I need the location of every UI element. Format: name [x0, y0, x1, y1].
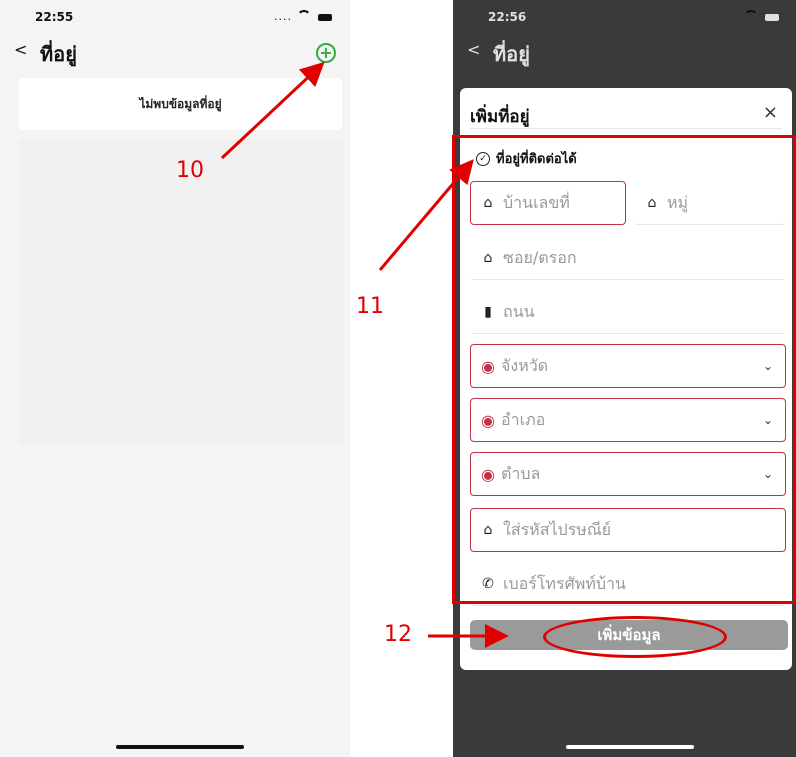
- divider: [470, 128, 782, 129]
- form-highlight-box: [452, 135, 796, 604]
- home-indicator: [116, 745, 244, 749]
- status-icons: [743, 10, 779, 24]
- step-label-12: 12: [384, 622, 412, 647]
- wifi-icon: [743, 10, 758, 24]
- close-button[interactable]: ×: [763, 102, 778, 123]
- submit-highlight-ellipse: [543, 616, 727, 658]
- page-title: ที่อยู่: [40, 42, 77, 66]
- status-time: 22:56: [488, 10, 527, 24]
- phone-screen-left: 22:55 .... < ที่อยู่ + ไม่พบข้อมูลที่อยู…: [0, 0, 350, 757]
- battery-icon: [765, 13, 779, 21]
- empty-state-card: ไม่พบข้อมูลที่อยู่: [19, 78, 342, 130]
- status-time: 22:55: [35, 10, 74, 24]
- home-indicator: [566, 745, 694, 749]
- add-address-button[interactable]: +: [316, 43, 336, 63]
- page-title: ที่อยู่: [493, 42, 530, 66]
- empty-content-area: [19, 140, 344, 445]
- battery-icon: [318, 13, 332, 21]
- step-label-10: 10: [176, 158, 204, 183]
- back-button[interactable]: <: [14, 40, 27, 59]
- back-button[interactable]: <: [467, 40, 480, 59]
- status-icons: ....: [274, 10, 332, 24]
- modal-title: เพิ่มที่อยู่: [470, 107, 530, 127]
- signal-icon: ....: [274, 10, 292, 23]
- step-label-11: 11: [356, 294, 384, 319]
- wifi-icon: [296, 10, 311, 24]
